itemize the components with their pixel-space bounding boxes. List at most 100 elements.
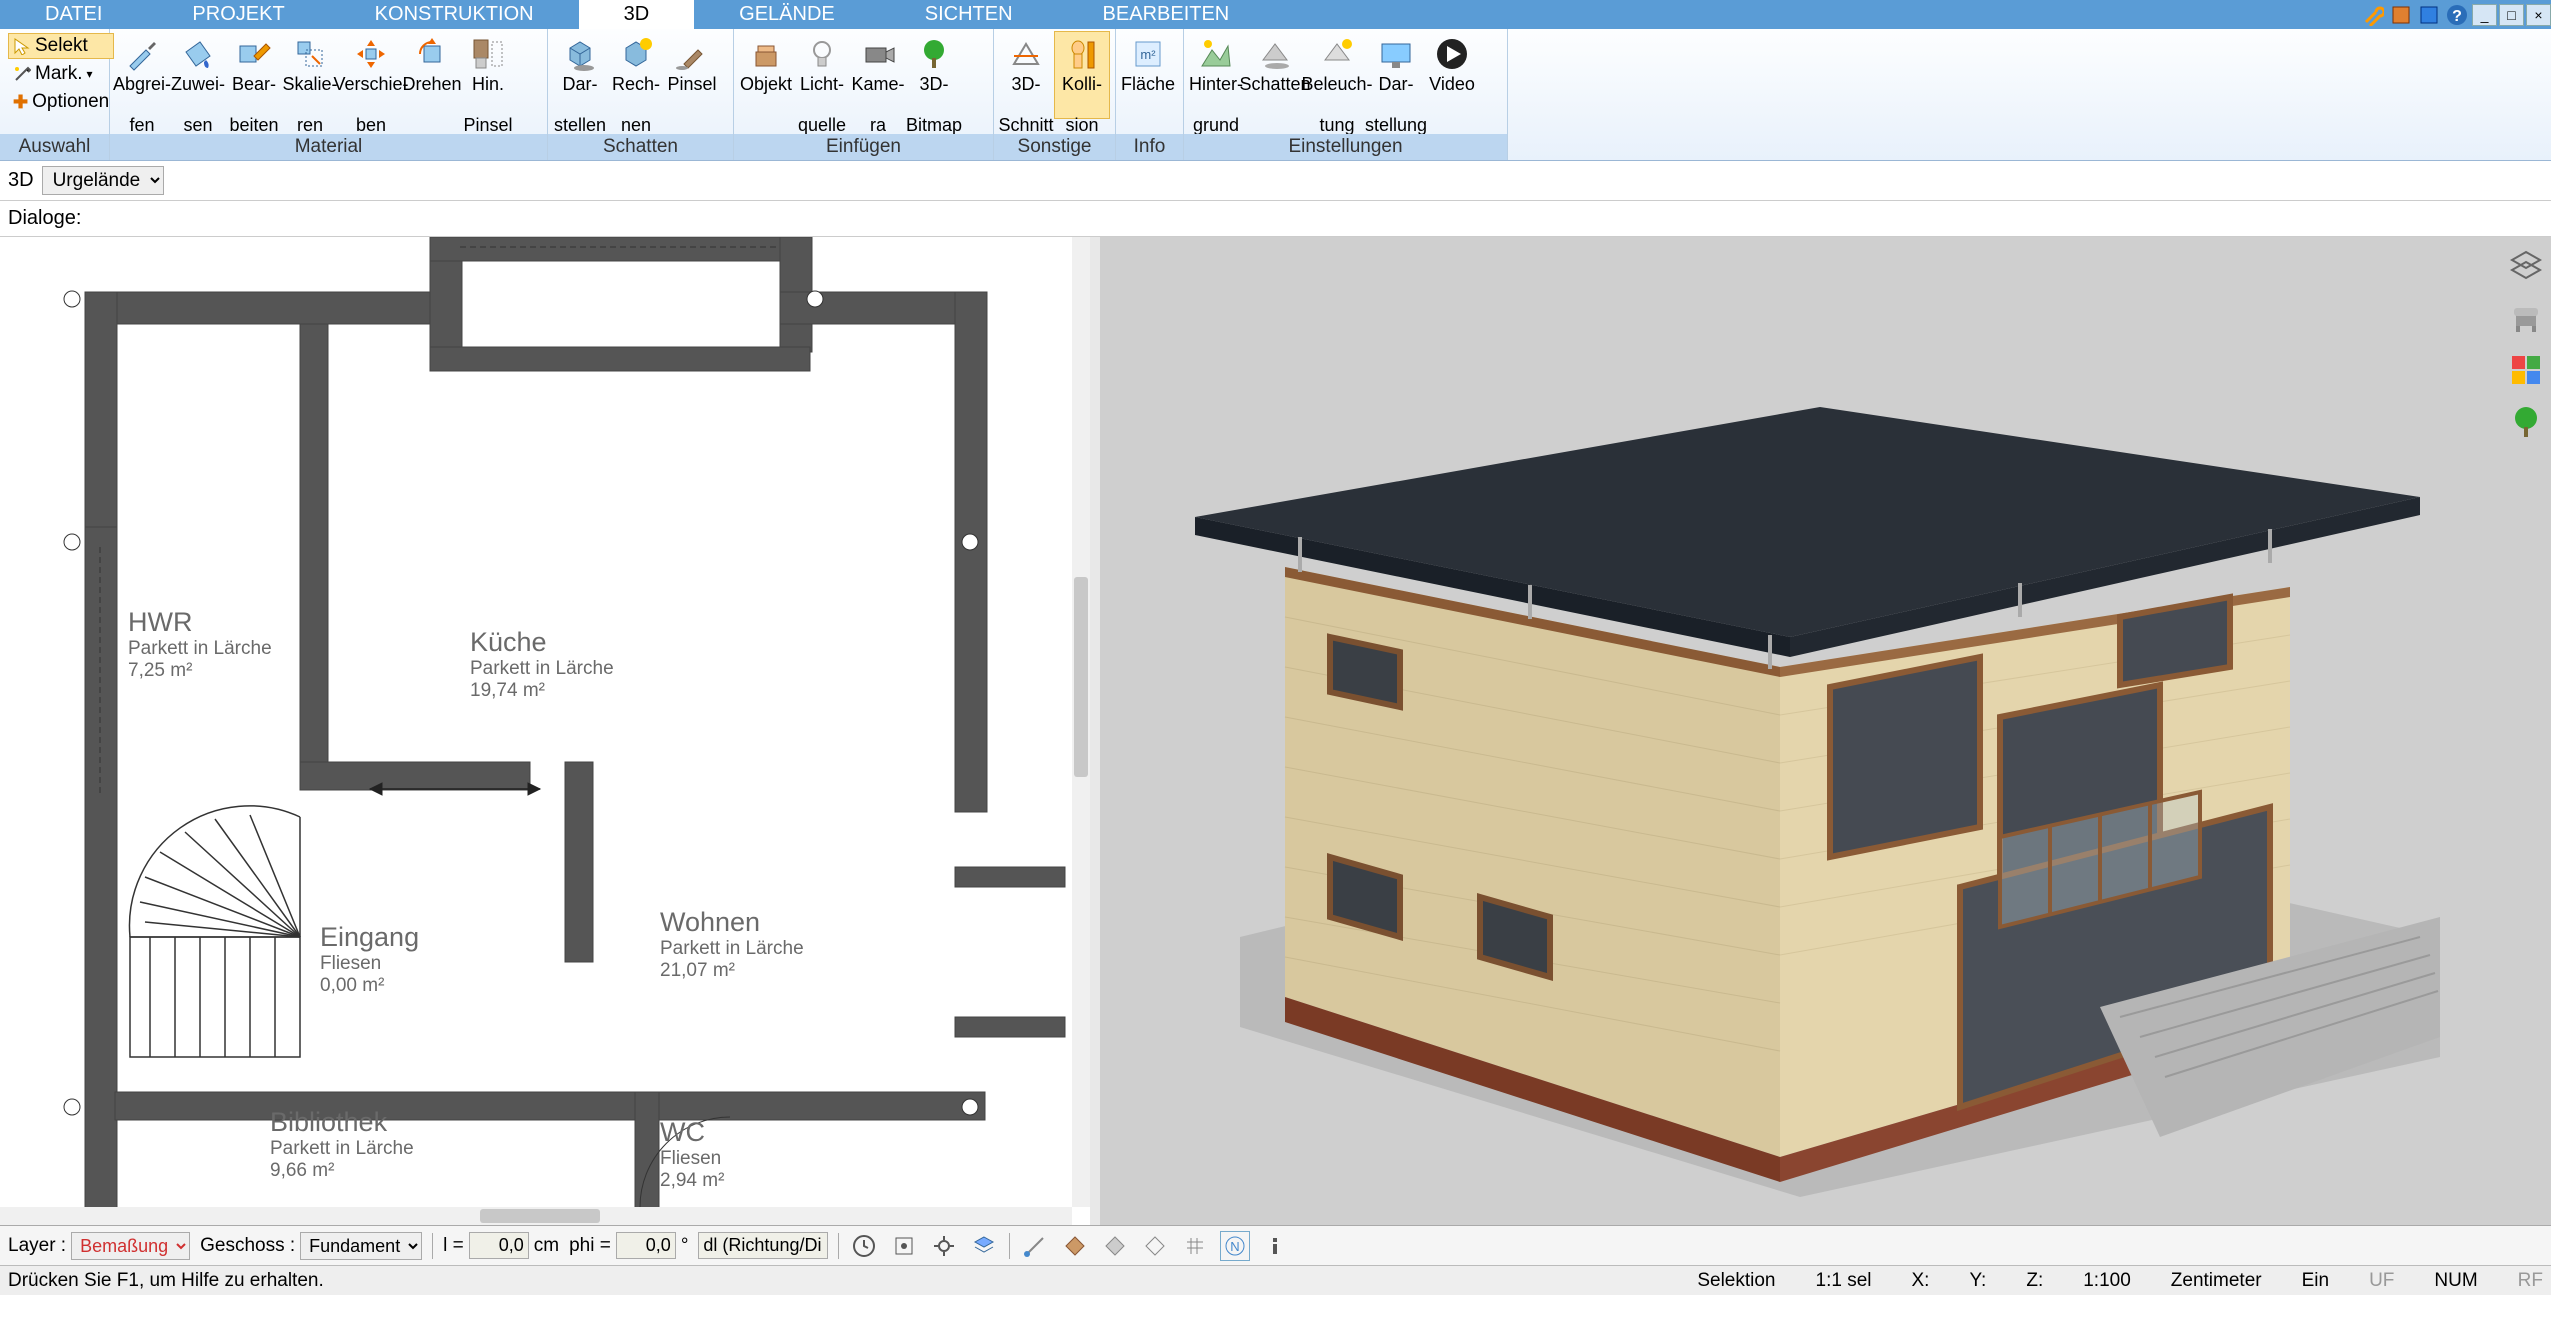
- group-sonstige-label: Sonstige: [994, 134, 1115, 160]
- target-icon[interactable]: [889, 1231, 919, 1261]
- section-icon: [1008, 36, 1044, 72]
- menu-datei[interactable]: DATEI: [0, 0, 147, 29]
- svg-text:m²: m²: [1140, 47, 1156, 62]
- status-scale: 1:100: [2083, 1270, 2131, 1292]
- status-y: Y:: [1969, 1270, 1986, 1292]
- terrain-dropdown[interactable]: Urgelände: [42, 166, 164, 195]
- darstellen-button[interactable]: Dar-stellen: [552, 31, 608, 119]
- grid-icon[interactable]: [1180, 1231, 1210, 1261]
- menu-bar: DATEI PROJEKT KONSTRUKTION 3D GELÄNDE SI…: [0, 0, 2551, 29]
- new-window-icon[interactable]: [2416, 2, 2442, 28]
- svg-text:N: N: [1231, 1239, 1240, 1254]
- window-icon[interactable]: [2388, 2, 2414, 28]
- zuweisen-button[interactable]: Zuwei-sen: [170, 31, 226, 119]
- selekt-button[interactable]: Selekt: [8, 33, 114, 59]
- layer-label: Layer :: [8, 1235, 66, 1257]
- wand-icon: [13, 65, 31, 83]
- room-bibliothek: BibliothekParkett in Lärche9,66 m²: [270, 1107, 414, 1182]
- hintergrund-button[interactable]: Hinter-grund: [1188, 31, 1244, 119]
- plan-2d-view[interactable]: HWRParkett in Lärche7,25 m² KücheParkett…: [0, 237, 1090, 1225]
- flaeche-button[interactable]: m²Fläche: [1120, 31, 1176, 119]
- abgreifen-button[interactable]: Abgrei-fen: [114, 31, 170, 119]
- help-icon[interactable]: ?: [2444, 2, 2470, 28]
- menu-gelaende[interactable]: GELÄNDE: [694, 0, 880, 29]
- kamera-button[interactable]: Kame-ra: [850, 31, 906, 119]
- info-icon[interactable]: [1260, 1231, 1290, 1261]
- pipette-icon: [124, 36, 160, 72]
- minimize-button[interactable]: _: [2472, 4, 2497, 26]
- clock-icon[interactable]: [849, 1231, 879, 1261]
- group-schatten-label: Schatten: [548, 134, 733, 160]
- svg-text:?: ?: [2452, 8, 2462, 25]
- skalieren-button[interactable]: Skalie-ren: [282, 31, 338, 119]
- hinpinsel-button[interactable]: Hin.Pinsel: [460, 31, 516, 119]
- vegetation-tool[interactable]: [2505, 401, 2547, 443]
- menu-sichten[interactable]: SICHTEN: [880, 0, 1058, 29]
- collision-icon: [1064, 36, 1100, 72]
- optionen-button[interactable]: ✚ Optionen: [8, 89, 114, 115]
- house-3d-render: [1100, 237, 2500, 1225]
- layers-tool[interactable]: [2505, 245, 2547, 287]
- snap3-icon[interactable]: [1100, 1231, 1130, 1261]
- camera-icon: [860, 36, 896, 72]
- menu-projekt[interactable]: PROJEKT: [147, 0, 329, 29]
- snap1-icon[interactable]: [1020, 1231, 1050, 1261]
- snap4-icon[interactable]: [1140, 1231, 1170, 1261]
- menu-bearbeiten[interactable]: BEARBEITEN: [1058, 0, 1275, 29]
- phi-input[interactable]: [616, 1232, 676, 1259]
- layers-icon[interactable]: [969, 1231, 999, 1261]
- maximize-button[interactable]: □: [2499, 4, 2524, 26]
- rotate-icon: [414, 36, 450, 72]
- bearbeiten-button[interactable]: Bear-beiten: [226, 31, 282, 119]
- bucket-icon: [180, 36, 216, 72]
- move-icon: [353, 36, 389, 72]
- dl-input[interactable]: [698, 1232, 828, 1259]
- area-icon: m²: [1130, 36, 1166, 72]
- mark-button[interactable]: Mark.▾: [8, 61, 114, 87]
- schnitt-button[interactable]: 3D-Schnitt: [998, 31, 1054, 119]
- materials-tool[interactable]: [2505, 349, 2547, 391]
- schatten-einst-button[interactable]: Schatten: [1244, 31, 1306, 119]
- room-hwr: HWRParkett in Lärche7,25 m²: [128, 607, 272, 682]
- workspace: HWRParkett in Lärche7,25 m² KücheParkett…: [0, 237, 2551, 1225]
- dialoge-label: Dialoge:: [8, 207, 81, 230]
- furniture-tool[interactable]: [2505, 297, 2547, 339]
- kollision-button[interactable]: Kolli-sion: [1054, 31, 1110, 119]
- pinsel-shadow-button[interactable]: Pinsel: [664, 31, 720, 119]
- status-x: X:: [1911, 1270, 1929, 1292]
- vscrollbar-2d[interactable]: [1072, 237, 1090, 1207]
- splitter[interactable]: [1090, 237, 1100, 1225]
- floorplan-drawing: [0, 237, 1090, 1225]
- bitmap-button[interactable]: 3D-Bitmap: [906, 31, 962, 119]
- room-eingang: EingangFliesen0,00 m²: [320, 922, 419, 997]
- view-3d[interactable]: [1100, 237, 2551, 1225]
- darstellung-button[interactable]: Dar-stellung: [1368, 31, 1424, 119]
- hscrollbar-2d[interactable]: [0, 1207, 1072, 1225]
- rechnen-button[interactable]: Rech-nen: [608, 31, 664, 119]
- room-wohnen: WohnenParkett in Lärche21,07 m²: [660, 907, 804, 982]
- status-num: NUM: [2434, 1270, 2477, 1292]
- length-unit: cm: [534, 1235, 559, 1257]
- tools-icon[interactable]: [2360, 2, 2386, 28]
- menu-3d[interactable]: 3D: [579, 0, 695, 29]
- layer-dropdown[interactable]: Bemaßung: [71, 1232, 190, 1260]
- drehen-button[interactable]: Drehen: [404, 31, 460, 119]
- length-input[interactable]: [469, 1232, 529, 1259]
- status-uf: UF: [2369, 1270, 2394, 1292]
- menu-konstruktion[interactable]: KONSTRUKTION: [330, 0, 579, 29]
- close-button[interactable]: ×: [2526, 4, 2551, 26]
- geschoss-dropdown[interactable]: Fundament: [300, 1232, 422, 1260]
- snap2-icon[interactable]: [1060, 1231, 1090, 1261]
- gear-icon[interactable]: [929, 1231, 959, 1261]
- status-hint: Drücken Sie F1, um Hilfe zu erhalten.: [8, 1270, 324, 1292]
- video-button[interactable]: Video: [1424, 31, 1480, 119]
- lichtquelle-button[interactable]: Licht-quelle: [794, 31, 850, 119]
- status-ein: Ein: [2302, 1270, 2329, 1292]
- calc-shadow-icon: [618, 36, 654, 72]
- north-icon[interactable]: N: [1220, 1231, 1250, 1261]
- objekt-button[interactable]: Objekt: [738, 31, 794, 119]
- verschieben-button[interactable]: Verschie-ben: [338, 31, 404, 119]
- bottom-toolbar: Layer : Bemaßung Geschoss : Fundament l …: [0, 1225, 2551, 1265]
- room-wc: WCFliesen2,94 m²: [660, 1117, 724, 1192]
- beleuchtung-button[interactable]: Beleuch-tung: [1306, 31, 1368, 119]
